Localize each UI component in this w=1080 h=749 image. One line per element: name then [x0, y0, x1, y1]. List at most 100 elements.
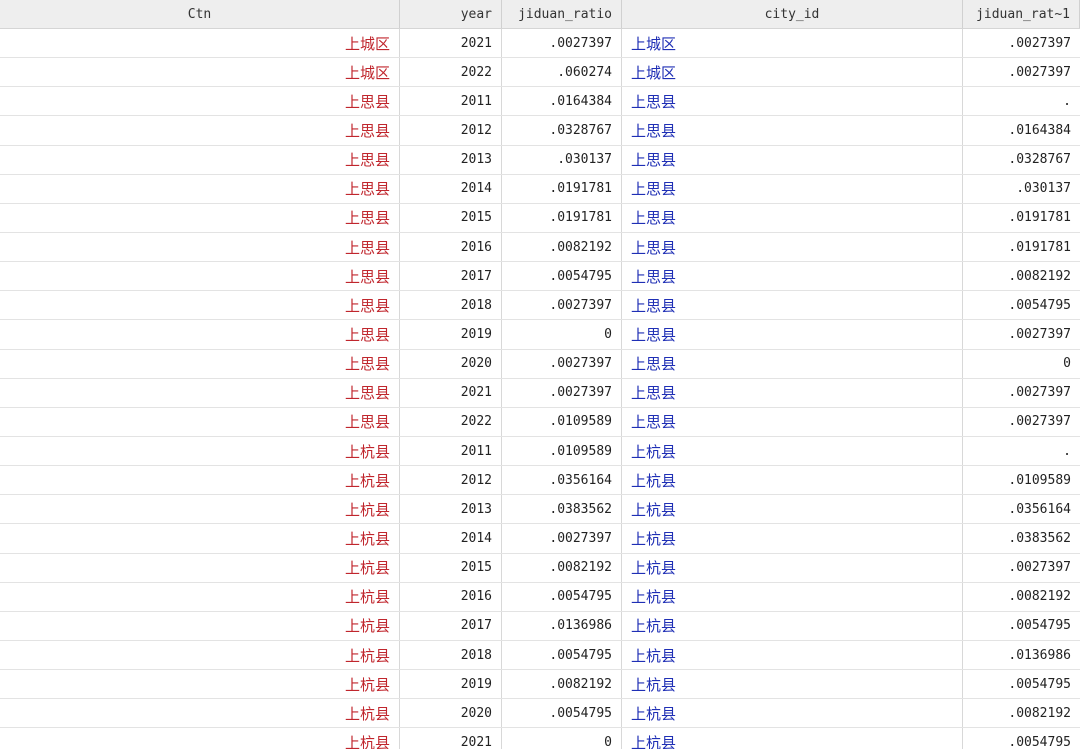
- cell-city-id[interactable]: 上思县: [622, 232, 963, 262]
- cell-jiduan-ratio-lag[interactable]: .0109589: [963, 466, 1080, 494]
- cell-jiduan-ratio-lag[interactable]: .0356164: [963, 495, 1080, 523]
- cell-jiduan-ratio-lag[interactable]: .0027397: [963, 29, 1080, 57]
- table-row[interactable]: 上城区 2022 .060274 上城区 .0027397: [0, 58, 1080, 88]
- cell-jiduan-ratio-lag[interactable]: .0027397: [963, 320, 1080, 348]
- cell-year[interactable]: 2020: [400, 349, 502, 378]
- cell-city-id[interactable]: 上城区: [622, 29, 963, 58]
- cell-jiduan-ratio[interactable]: .0082192: [502, 670, 622, 699]
- cell-jiduan-ratio[interactable]: .0082192: [502, 553, 622, 582]
- cell-year[interactable]: 2013: [400, 145, 502, 174]
- cell-jiduan-ratio[interactable]: .0082192: [502, 232, 622, 262]
- cell-jiduan-ratio[interactable]: .030137: [502, 145, 622, 174]
- cell-ctn[interactable]: 上杭县: [0, 553, 400, 582]
- cell-jiduan-ratio-lag[interactable]: .0082192: [963, 262, 1080, 290]
- cell-jiduan-ratio[interactable]: .0191781: [502, 174, 622, 203]
- cell-year[interactable]: 2018: [400, 640, 502, 670]
- cell-jiduan-ratio[interactable]: .0109589: [502, 436, 622, 466]
- cell-year[interactable]: 2011: [400, 436, 502, 466]
- cell-jiduan-ratio-lag[interactable]: .0054795: [963, 612, 1080, 640]
- cell-jiduan-ratio[interactable]: .0191781: [502, 203, 622, 232]
- cell-city-id[interactable]: 上杭县: [622, 640, 963, 670]
- cell-jiduan-ratio-lag[interactable]: .0328767: [963, 146, 1080, 174]
- cell-city-id[interactable]: 上思县: [622, 145, 963, 174]
- cell-ctn[interactable]: 上思县: [0, 262, 400, 291]
- column-header-jiduan-ratio-lag[interactable]: jiduan_rat~1: [963, 0, 1080, 28]
- table-row[interactable]: 上城区 2021 .0027397 上城区 .0027397: [0, 29, 1080, 59]
- table-row[interactable]: 上思县 2019 0 上思县 .0027397: [0, 320, 1080, 350]
- cell-city-id[interactable]: 上思县: [622, 320, 963, 349]
- table-row[interactable]: 上思县 2022 .0109589 上思县 .0027397: [0, 407, 1080, 437]
- cell-city-id[interactable]: 上城区: [622, 58, 963, 87]
- cell-jiduan-ratio-lag[interactable]: .0191781: [963, 204, 1080, 232]
- cell-jiduan-ratio-lag[interactable]: .: [963, 437, 1080, 465]
- cell-ctn[interactable]: 上杭县: [0, 699, 400, 728]
- cell-ctn[interactable]: 上杭县: [0, 640, 400, 670]
- cell-year[interactable]: 2012: [400, 466, 502, 495]
- cell-jiduan-ratio-lag[interactable]: 0: [963, 350, 1080, 378]
- cell-ctn[interactable]: 上思县: [0, 378, 400, 407]
- cell-city-id[interactable]: 上思县: [622, 349, 963, 378]
- table-row[interactable]: 上思县 2016 .0082192 上思县 .0191781: [0, 232, 1080, 263]
- cell-city-id[interactable]: 上杭县: [622, 728, 963, 749]
- cell-jiduan-ratio[interactable]: .0136986: [502, 611, 622, 640]
- cell-jiduan-ratio[interactable]: 0: [502, 320, 622, 349]
- column-header-city-id[interactable]: city_id: [622, 0, 963, 28]
- table-row[interactable]: 上杭县 2016 .0054795 上杭县 .0082192: [0, 582, 1080, 612]
- table-row[interactable]: 上思县 2011 .0164384 上思县.: [0, 87, 1080, 117]
- table-row[interactable]: 上杭县 2012 .0356164 上杭县 .0109589: [0, 466, 1080, 496]
- cell-ctn[interactable]: 上思县: [0, 145, 400, 174]
- cell-jiduan-ratio[interactable]: .060274: [502, 58, 622, 87]
- cell-jiduan-ratio[interactable]: .0027397: [502, 29, 622, 58]
- cell-jiduan-ratio[interactable]: .0027397: [502, 378, 622, 407]
- table-row[interactable]: 上杭县 2011 .0109589 上杭县.: [0, 436, 1080, 467]
- cell-city-id[interactable]: 上杭县: [622, 436, 963, 466]
- cell-jiduan-ratio[interactable]: .0054795: [502, 699, 622, 728]
- cell-year[interactable]: 2019: [400, 670, 502, 699]
- cell-jiduan-ratio-lag[interactable]: .0027397: [963, 58, 1080, 86]
- cell-city-id[interactable]: 上思县: [622, 116, 963, 145]
- cell-year[interactable]: 2012: [400, 116, 502, 145]
- cell-ctn[interactable]: 上杭县: [0, 495, 400, 524]
- table-row[interactable]: 上思县 2017 .0054795 上思县 .0082192: [0, 262, 1080, 292]
- cell-city-id[interactable]: 上杭县: [622, 699, 963, 728]
- cell-ctn[interactable]: 上杭县: [0, 524, 400, 553]
- cell-year[interactable]: 2022: [400, 58, 502, 87]
- cell-city-id[interactable]: 上杭县: [622, 611, 963, 640]
- column-header-ctn[interactable]: Ctn: [0, 0, 400, 28]
- table-row[interactable]: 上思县 2021 .0027397 上思县 .0027397: [0, 378, 1080, 408]
- cell-year[interactable]: 2022: [400, 407, 502, 436]
- cell-jiduan-ratio[interactable]: .0054795: [502, 262, 622, 291]
- cell-jiduan-ratio-lag[interactable]: .0082192: [963, 699, 1080, 727]
- cell-city-id[interactable]: 上杭县: [622, 553, 963, 582]
- table-row[interactable]: 上杭县 2014 .0027397 上杭县 .0383562: [0, 524, 1080, 554]
- column-header-jiduan-ratio[interactable]: jiduan_ratio: [502, 0, 622, 28]
- cell-ctn[interactable]: 上思县: [0, 203, 400, 232]
- table-row[interactable]: 上杭县 2019 .0082192 上杭县 .0054795: [0, 670, 1080, 700]
- cell-year[interactable]: 2013: [400, 495, 502, 524]
- table-row[interactable]: 上杭县 2021 0 上杭县 .0054795: [0, 728, 1080, 749]
- cell-city-id[interactable]: 上思县: [622, 378, 963, 407]
- cell-ctn[interactable]: 上城区: [0, 58, 400, 87]
- cell-city-id[interactable]: 上杭县: [622, 466, 963, 495]
- cell-jiduan-ratio-lag[interactable]: .0082192: [963, 583, 1080, 611]
- cell-year[interactable]: 2021: [400, 728, 502, 749]
- cell-jiduan-ratio[interactable]: .0356164: [502, 466, 622, 495]
- cell-city-id[interactable]: 上杭县: [622, 670, 963, 699]
- cell-year[interactable]: 2015: [400, 203, 502, 232]
- cell-ctn[interactable]: 上杭县: [0, 466, 400, 495]
- table-row[interactable]: 上杭县 2018 .0054795 上杭县 .0136986: [0, 640, 1080, 671]
- cell-city-id[interactable]: 上杭县: [622, 495, 963, 524]
- cell-jiduan-ratio-lag[interactable]: .0191781: [963, 233, 1080, 261]
- cell-jiduan-ratio-lag[interactable]: .0027397: [963, 554, 1080, 582]
- cell-jiduan-ratio-lag[interactable]: .030137: [963, 175, 1080, 203]
- data-editor-grid[interactable]: Ctn year jiduan_ratio city_id jiduan_rat…: [0, 0, 1080, 749]
- table-row[interactable]: 上杭县 2013 .0383562 上杭县 .0356164: [0, 495, 1080, 525]
- cell-jiduan-ratio-lag[interactable]: .0164384: [963, 116, 1080, 144]
- cell-jiduan-ratio[interactable]: .0054795: [502, 582, 622, 611]
- cell-jiduan-ratio-lag[interactable]: .: [963, 87, 1080, 115]
- cell-ctn[interactable]: 上思县: [0, 232, 400, 262]
- column-header-year[interactable]: year: [400, 0, 502, 28]
- table-row[interactable]: 上思县 2014 .0191781 上思县 .030137: [0, 174, 1080, 204]
- cell-jiduan-ratio[interactable]: .0027397: [502, 524, 622, 553]
- cell-year[interactable]: 2014: [400, 524, 502, 553]
